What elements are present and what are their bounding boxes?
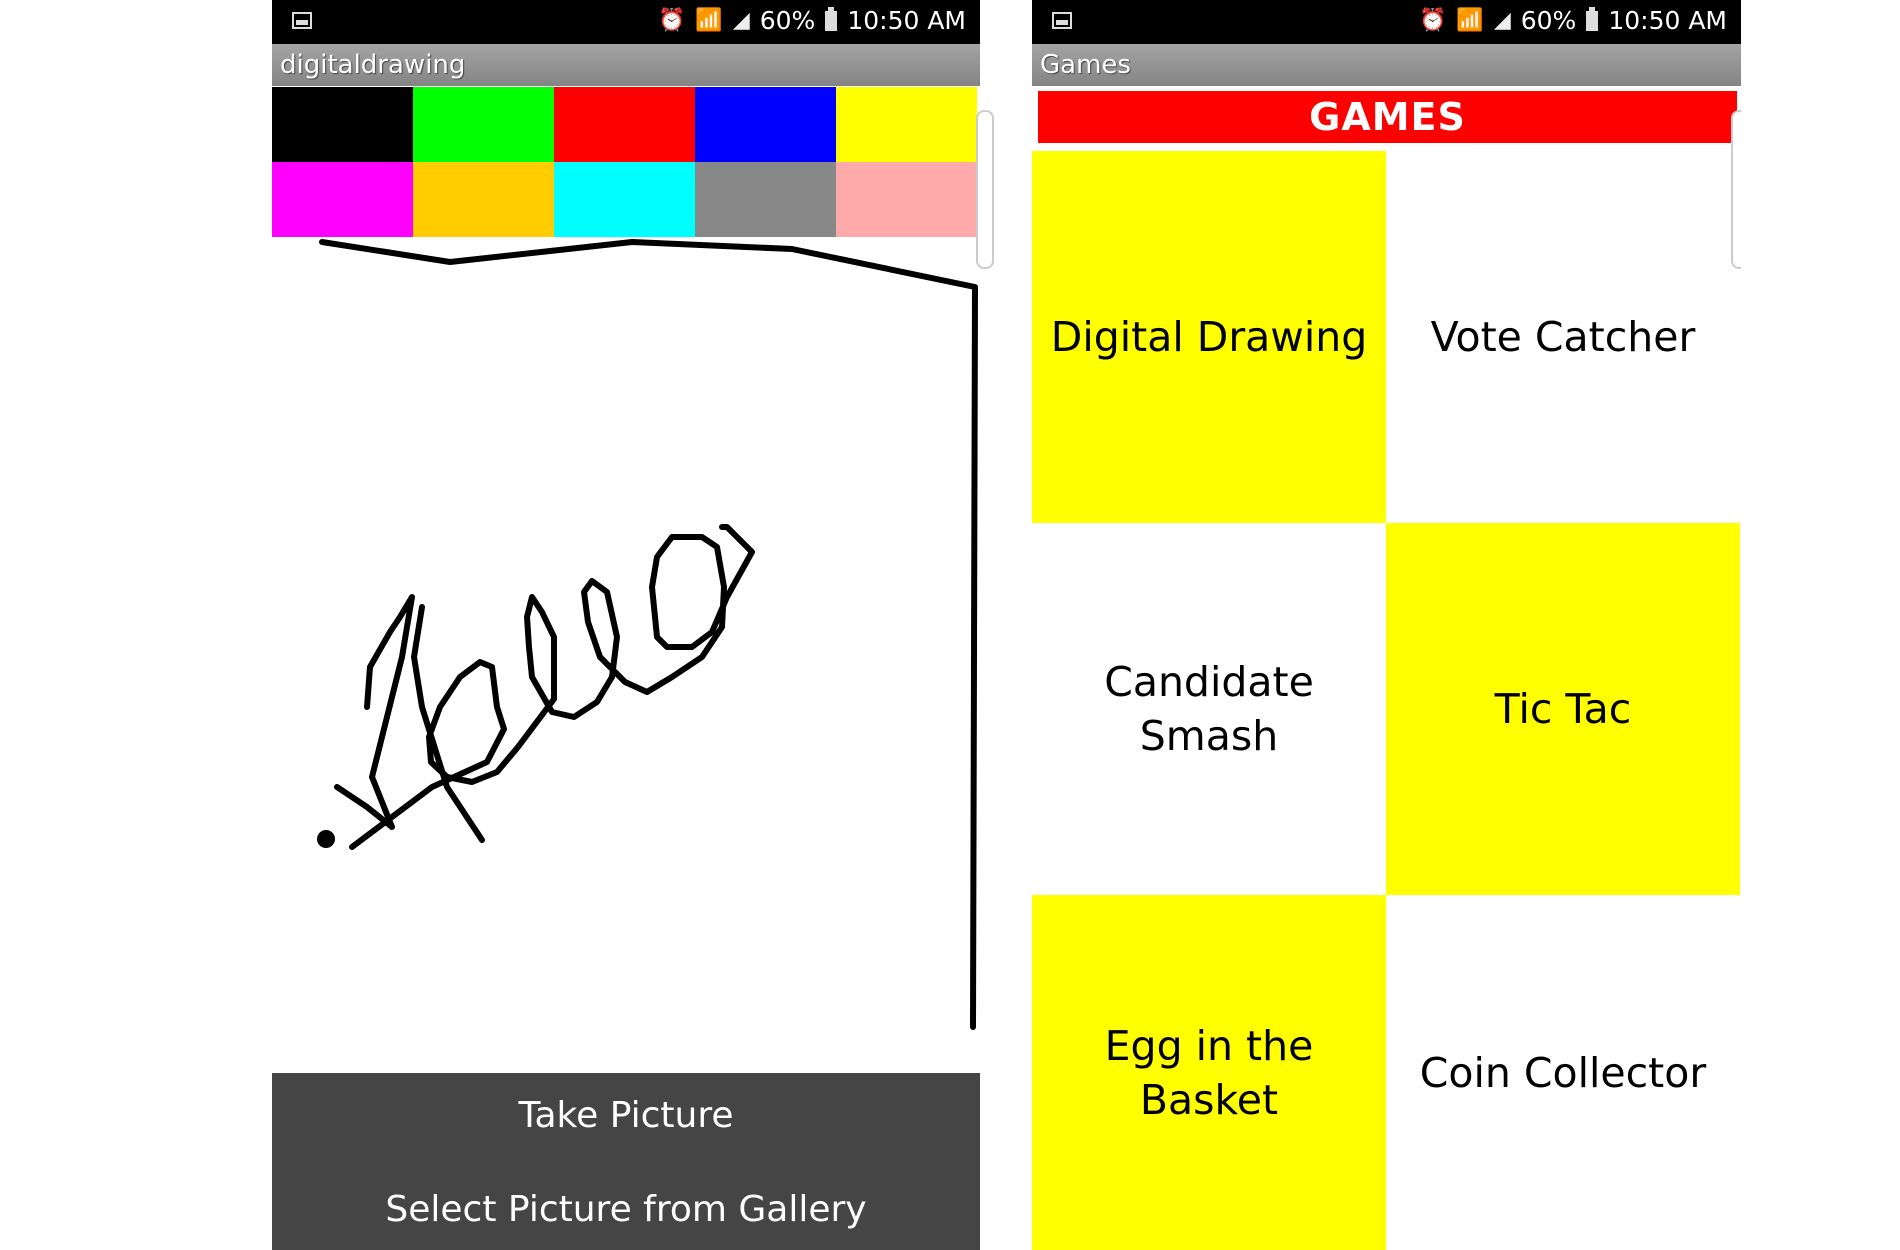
color-palette: [272, 87, 980, 237]
game-tile-candidate-smash[interactable]: Candidate Smash: [1032, 523, 1386, 895]
game-label: Tic Tac: [1494, 685, 1632, 733]
wifi-icon: 📶: [695, 8, 723, 33]
gallery-notification-icon: [1052, 12, 1072, 29]
game-tile-coin-collector[interactable]: Coin Collector: [1386, 895, 1740, 1250]
battery-percent: 60%: [759, 6, 816, 35]
color-swatch[interactable]: [836, 87, 977, 162]
game-label: Coin Collector: [1419, 1048, 1707, 1097]
app-title: Games: [1032, 44, 1741, 86]
status-bar: ⏰ 📶 ◢ 60% 10:50 AM: [1032, 0, 1741, 44]
color-swatch[interactable]: [554, 87, 695, 162]
games-grid: Digital Drawing Vote Catcher Candidate S…: [1032, 151, 1741, 1250]
alarm-icon: ⏰: [658, 8, 686, 33]
battery-icon: [825, 6, 838, 31]
game-tile-tic-tac[interactable]: Tic Tac: [1386, 523, 1740, 895]
take-picture-button[interactable]: Take Picture: [272, 1095, 980, 1136]
scroll-edge-handle[interactable]: [976, 110, 994, 269]
game-tile-vote-catcher[interactable]: Vote Catcher: [1386, 151, 1740, 523]
game-label: Candidate Smash: [1104, 658, 1314, 760]
color-swatch[interactable]: [695, 162, 836, 237]
signal-icon: ◢: [1493, 8, 1511, 33]
game-tile-digital-drawing[interactable]: Digital Drawing: [1032, 151, 1386, 523]
signal-icon: ◢: [732, 8, 750, 33]
wifi-icon: 📶: [1456, 8, 1484, 33]
gallery-notification-icon: [292, 12, 312, 29]
digital-drawing-screen: ⏰ 📶 ◢ 60% 10:50 AM digitaldrawing Take P…: [272, 0, 980, 1250]
battery-percent: 60%: [1520, 6, 1577, 35]
color-swatch[interactable]: [413, 87, 554, 162]
clock: 10:50 AM: [847, 6, 966, 35]
game-tile-egg-in-the-basket[interactable]: Egg in the Basket: [1032, 895, 1386, 1250]
color-swatch[interactable]: [272, 162, 413, 237]
battery-icon: [1586, 6, 1599, 31]
app-title: digitaldrawing: [272, 44, 980, 86]
color-swatch[interactable]: [695, 87, 836, 162]
games-menu-screen: ⏰ 📶 ◢ 60% 10:50 AM Games GAMES Digital D…: [1032, 0, 1741, 1250]
game-label: Vote Catcher: [1430, 313, 1696, 361]
select-from-gallery-button[interactable]: Select Picture from Gallery: [272, 1189, 980, 1230]
picture-actions-panel: Take Picture Select Picture from Gallery: [272, 1073, 980, 1250]
alarm-icon: ⏰: [1419, 8, 1447, 33]
drawn-stroke-hello: [349, 524, 755, 850]
clock: 10:50 AM: [1608, 6, 1727, 35]
status-bar: ⏰ 📶 ◢ 60% 10:50 AM: [272, 0, 980, 44]
game-label: Digital Drawing: [1050, 313, 1368, 361]
drawn-dot: [317, 830, 335, 848]
color-swatch[interactable]: [413, 162, 554, 237]
drawn-stroke-hello: [411, 604, 485, 843]
color-swatch[interactable]: [554, 162, 695, 237]
color-swatch[interactable]: [836, 162, 977, 237]
game-label: Egg in the Basket: [1104, 1021, 1314, 1124]
games-header: GAMES: [1038, 91, 1737, 143]
color-swatch[interactable]: [272, 87, 413, 162]
drawn-stroke-hello: [334, 594, 415, 830]
drawing-canvas[interactable]: [272, 237, 980, 1073]
